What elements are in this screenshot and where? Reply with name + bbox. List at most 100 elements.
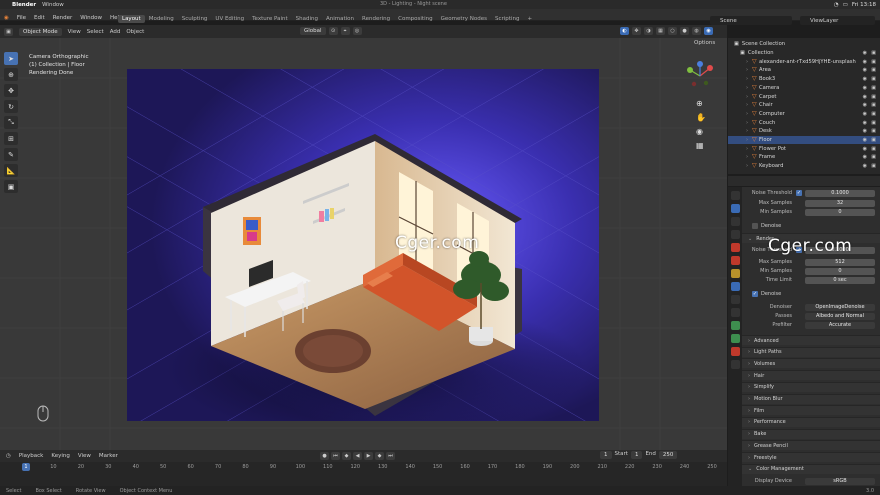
measure-tool-icon[interactable]: 📐 xyxy=(4,164,18,177)
outliner[interactable]: ▣ Scene Collection ▣ Collection ◉ ▣ › ▽ al… xyxy=(728,38,880,174)
timeline-editor-icon[interactable]: ◷ xyxy=(6,453,11,459)
viewport-denoise-checkbox[interactable] xyxy=(752,223,758,229)
section-header[interactable]: › Film xyxy=(742,405,880,416)
section-header[interactable]: › Advanced xyxy=(742,335,880,345)
outliner-item[interactable]: › ▽ Couch ◉ ▣ xyxy=(728,118,880,127)
section-header[interactable]: › Freestyle xyxy=(742,452,880,462)
end-frame-field[interactable]: 250 xyxy=(658,451,678,459)
scale-tool-icon[interactable]: ⤡ xyxy=(4,116,18,129)
pivot-icon[interactable]: ⊙ xyxy=(328,27,338,35)
transform-orientation[interactable]: Global xyxy=(300,27,326,35)
mac-app-name[interactable]: Blender xyxy=(12,2,36,8)
render-camera-icon[interactable]: ▣ xyxy=(871,50,876,56)
tab-uv-editing[interactable]: UV Editing xyxy=(211,15,248,23)
annotate-tool-icon[interactable]: ✎ xyxy=(4,148,18,161)
render-camera-icon[interactable]: ▣ xyxy=(871,67,876,73)
scene-tab-icon[interactable] xyxy=(730,243,740,252)
texture-tab-icon[interactable] xyxy=(730,360,740,369)
render-camera-icon[interactable]: ▣ xyxy=(871,94,876,100)
menu-object[interactable]: Object xyxy=(126,29,144,35)
xray-icon[interactable]: ▦ xyxy=(656,27,665,35)
render-max-samples-field[interactable]: 512 xyxy=(805,258,875,266)
material-tab-icon[interactable] xyxy=(730,347,740,356)
jump-start-icon[interactable]: ⏮ xyxy=(331,452,340,460)
output-tab-icon[interactable] xyxy=(730,217,740,226)
section-header[interactable]: › Simplify xyxy=(742,381,880,392)
prev-key-icon[interactable]: ◆ xyxy=(342,452,351,460)
menu-window[interactable]: Window xyxy=(80,15,102,21)
visibility-eye-icon[interactable]: ◉ xyxy=(863,154,867,160)
3d-viewport[interactable]: Camera Orthographic (1) Collection | Flo… xyxy=(0,38,727,450)
move-tool-icon[interactable]: ✥ xyxy=(4,84,18,97)
transform-tool-icon[interactable]: ⊞ xyxy=(4,132,18,145)
render-camera-icon[interactable]: ▣ xyxy=(871,154,876,160)
select-tool-icon[interactable]: ➤ xyxy=(4,52,18,65)
properties-search[interactable] xyxy=(728,176,880,186)
scene-selector[interactable]: Scene xyxy=(710,16,792,25)
render-camera-icon[interactable]: ▣ xyxy=(871,111,876,117)
view-layer-selector[interactable]: ViewLayer xyxy=(800,16,875,25)
visibility-eye-icon[interactable]: ◉ xyxy=(863,85,867,91)
min-samples-field[interactable]: 0 xyxy=(805,208,875,216)
menu-select[interactable]: Select xyxy=(87,29,104,35)
menu-render[interactable]: Render xyxy=(53,15,73,21)
outliner-item[interactable]: › ▽ alexander-ant-rTxd59HjYHE-unsplash ◉ ▣ xyxy=(728,57,880,66)
tab-geometry-nodes[interactable]: Geometry Nodes xyxy=(437,15,491,23)
render-min-samples-field[interactable]: 0 xyxy=(805,267,875,275)
mac-clock[interactable]: Fri 13:18 xyxy=(852,2,876,8)
denoiser-select[interactable]: OpenImageDenoise xyxy=(805,303,875,311)
render-tab-icon[interactable] xyxy=(730,204,740,213)
outliner-item[interactable]: › ▽ Computer ◉ ▣ xyxy=(728,110,880,119)
prefilter-select[interactable]: Accurate xyxy=(805,321,875,329)
time-limit-field[interactable]: 0 sec xyxy=(805,276,875,284)
visibility-eye-icon[interactable]: ◉ xyxy=(863,128,867,134)
jump-end-icon[interactable]: ⏭ xyxy=(386,452,395,460)
tab-modeling[interactable]: Modeling xyxy=(145,15,178,23)
editor-type-icon[interactable]: ▣ xyxy=(4,27,13,36)
outliner-item[interactable]: › ▽ Area ◉ ▣ xyxy=(728,66,880,75)
blender-logo-icon[interactable]: ◉ xyxy=(4,15,9,21)
current-frame-field[interactable]: 1 xyxy=(600,451,612,459)
solid-shading-icon[interactable]: ● xyxy=(680,27,689,35)
section-header[interactable]: › Grease Pencil xyxy=(742,440,880,451)
render-camera-icon[interactable]: ▣ xyxy=(871,120,876,126)
tab-rendering[interactable]: Rendering xyxy=(358,15,394,23)
mac-menu-window[interactable]: Window xyxy=(42,2,64,8)
wifi-icon[interactable]: ◔ xyxy=(834,2,839,8)
tab-scripting[interactable]: Scripting xyxy=(491,15,523,23)
menu-add[interactable]: Add xyxy=(110,29,121,35)
visibility-eye-icon[interactable]: ◉ xyxy=(863,137,867,143)
visibility-eye-icon[interactable]: ◉ xyxy=(863,94,867,100)
next-key-icon[interactable]: ◆ xyxy=(375,452,384,460)
object-tab-icon[interactable] xyxy=(730,269,740,278)
section-header[interactable]: › Performance xyxy=(742,416,880,427)
add-workspace-button[interactable]: + xyxy=(523,15,536,23)
noise-threshold-field[interactable]: 0.1000 xyxy=(805,189,875,197)
outliner-scene-collection[interactable]: ▣ Scene Collection xyxy=(728,40,880,49)
menu-playback[interactable]: Playback xyxy=(19,453,44,459)
frame-cursor[interactable]: 1 xyxy=(22,463,30,471)
render-camera-icon[interactable]: ▣ xyxy=(871,137,876,143)
display-device-select[interactable]: sRGB xyxy=(805,477,875,485)
visibility-eye-icon[interactable]: ◉ xyxy=(863,163,867,169)
add-cube-tool-icon[interactable]: ▣ xyxy=(4,180,18,193)
tab-layout[interactable]: Layout xyxy=(118,15,145,23)
outliner-item[interactable]: › ▽ Desk ◉ ▣ xyxy=(728,127,880,136)
outliner-collection[interactable]: ▣ Collection ◉ ▣ xyxy=(728,49,880,58)
physics-tab-icon[interactable] xyxy=(730,308,740,317)
render-denoise-row[interactable]: ✓ Denoise xyxy=(742,290,880,298)
max-samples-field[interactable]: 32 xyxy=(805,199,875,207)
outliner-item[interactable]: › ▽ Flower Pot ◉ ▣ xyxy=(728,144,880,153)
menu-timeline-view[interactable]: View xyxy=(78,453,91,459)
cursor-tool-icon[interactable]: ⊕ xyxy=(4,68,18,81)
tab-texture-paint[interactable]: Texture Paint xyxy=(248,15,292,23)
visibility-eye-icon[interactable]: ◉ xyxy=(863,59,867,65)
visibility-eye-icon[interactable]: ◉ xyxy=(863,111,867,117)
play-reverse-icon[interactable]: ◀ xyxy=(353,452,362,460)
tool-tab-icon[interactable] xyxy=(730,191,740,200)
record-icon[interactable]: ● xyxy=(320,452,329,460)
menu-marker[interactable]: Marker xyxy=(99,453,118,459)
outliner-item[interactable]: › ▽ Carpet ◉ ▣ xyxy=(728,92,880,101)
section-header[interactable]: › Hair xyxy=(742,370,880,381)
outliner-item[interactable]: › ▽ Frame ◉ ▣ xyxy=(728,153,880,162)
